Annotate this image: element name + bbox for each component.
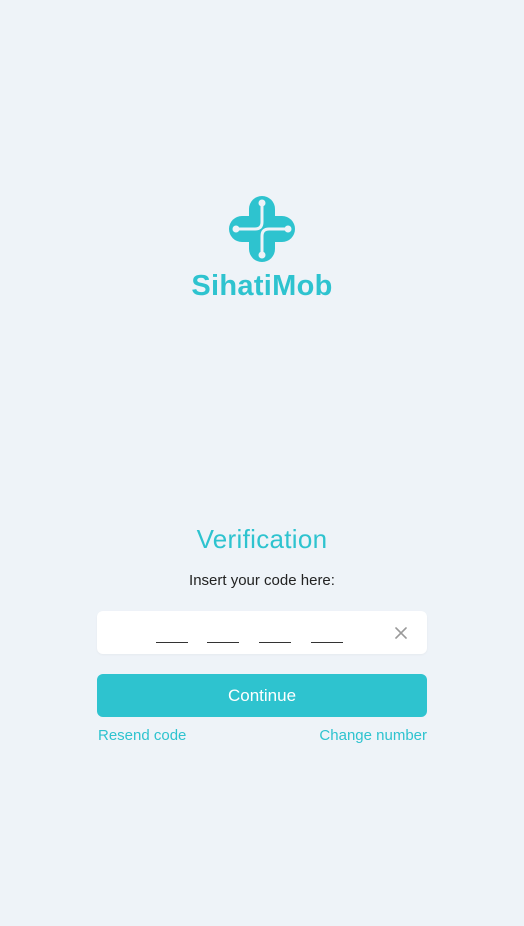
page-title: Verification <box>196 524 328 554</box>
continue-button[interactable]: Continue <box>97 674 427 717</box>
code-digit-3[interactable] <box>259 642 291 643</box>
close-icon[interactable] <box>394 626 408 640</box>
app-logo: SihatiMob <box>0 194 524 301</box>
medical-cross-logo-icon <box>229 196 295 262</box>
instruction-text: Insert your code here: <box>189 572 335 589</box>
verification-code-field[interactable] <box>97 611 427 654</box>
code-digit-2[interactable] <box>207 642 239 643</box>
code-digit-4[interactable] <box>311 642 343 643</box>
brand-name: SihatiMob <box>191 270 333 302</box>
resend-code-link[interactable]: Resend code <box>98 727 186 745</box>
change-number-link[interactable]: Change number <box>319 727 427 745</box>
code-digit-1[interactable] <box>156 642 188 643</box>
